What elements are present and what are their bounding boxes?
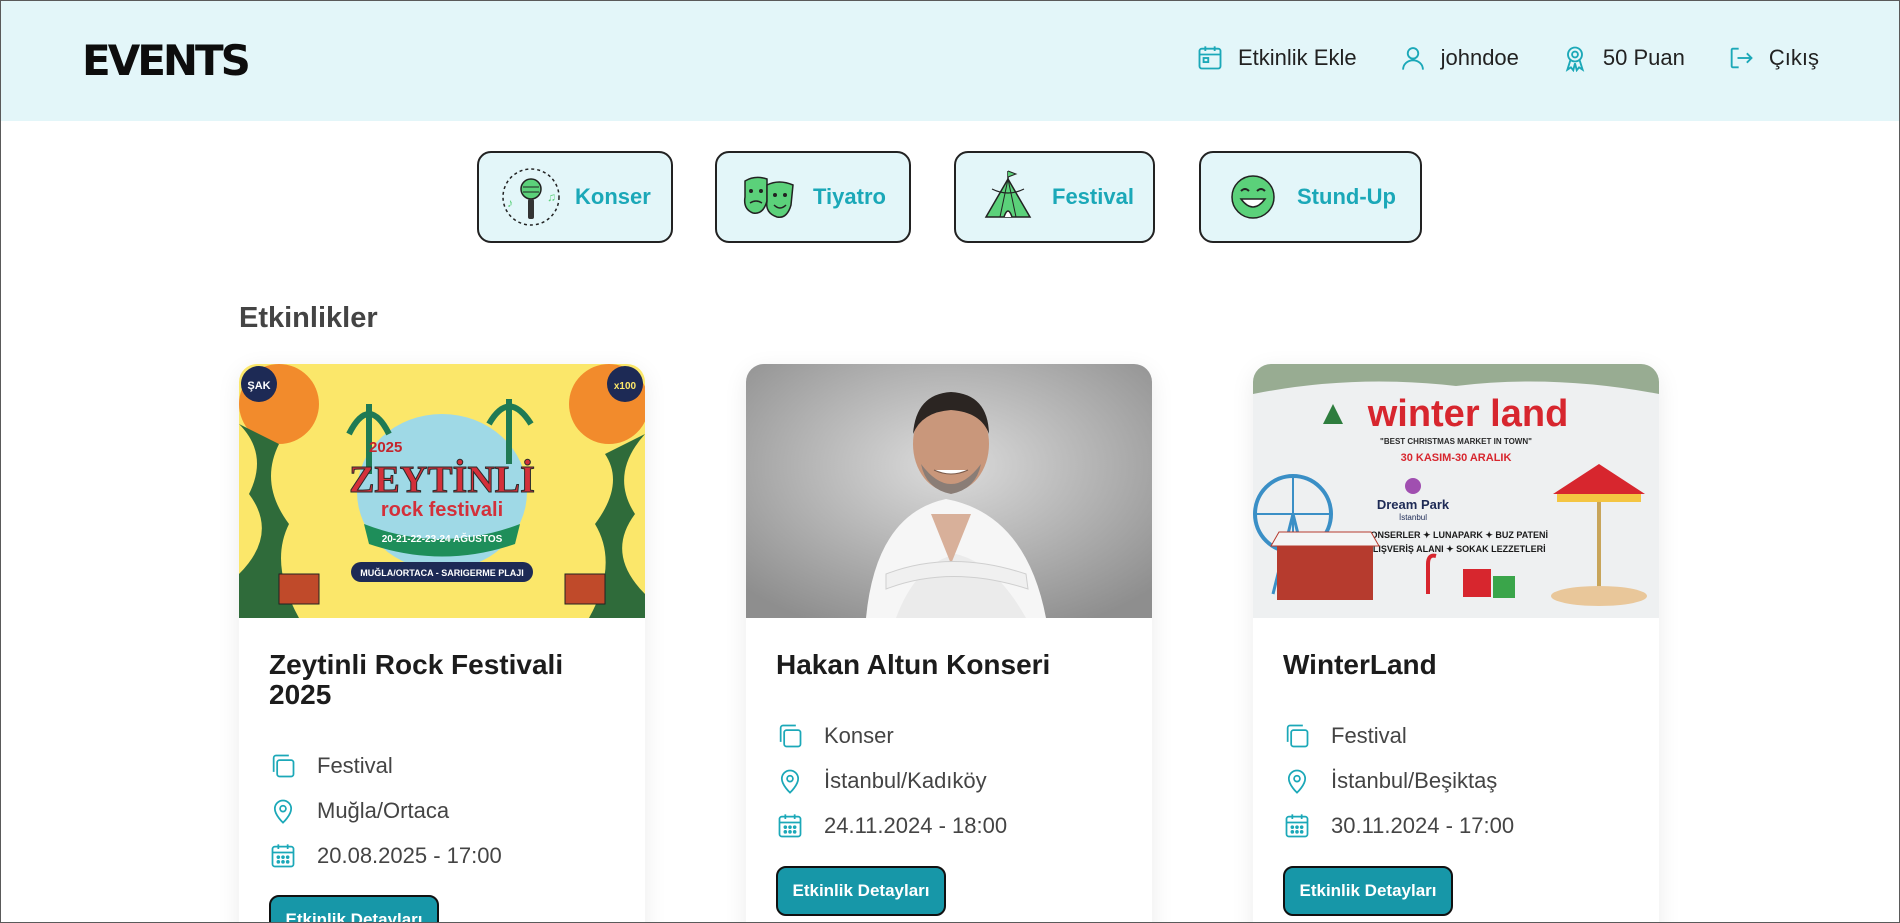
calendar-icon xyxy=(1285,814,1309,838)
map-pin-icon xyxy=(1287,769,1307,794)
calendar-icon xyxy=(271,844,295,868)
event-poster-winterland[interactable]: winter land "BEST CHRISTMAS MARKET IN TO… xyxy=(1253,364,1659,618)
event-location: İstanbul/Beşiktaş xyxy=(1331,768,1498,793)
event-details-button[interactable]: Etkinlik Detayları xyxy=(776,866,946,916)
event-date-row: 20.08.2025 - 17:00 xyxy=(269,842,502,870)
event-title: WinterLand xyxy=(1283,649,1437,680)
category-label: Stund-Up xyxy=(1297,184,1396,209)
poster-dates: 30 KASIM-30 ARALIK xyxy=(1401,452,1512,464)
poster-title: winter land xyxy=(1367,393,1569,435)
event-card: winter land "BEST CHRISTMAS MARKET IN TO… xyxy=(1253,364,1659,923)
poster-year: 2025 xyxy=(369,439,402,456)
event-title: Hakan Altun Konseri xyxy=(776,649,1051,680)
category-festival[interactable]: Festival xyxy=(954,151,1155,243)
event-location-row: İstanbul/Kadıköy xyxy=(776,767,987,795)
event-category-row: Festival xyxy=(269,752,393,780)
event-datetime: 24.11.2024 - 18:00 xyxy=(824,813,1008,838)
event-category: Festival xyxy=(317,753,393,778)
category-label: Festival xyxy=(1052,184,1134,209)
event-category: Konser xyxy=(824,723,894,748)
profile-link[interactable]: johndoe xyxy=(1399,44,1519,72)
add-event-label: Etkinlik Ekle xyxy=(1238,45,1357,70)
theater-masks-icon xyxy=(743,176,794,218)
user-icon xyxy=(1401,47,1424,70)
poster-name-line2: rock festivali xyxy=(381,499,503,521)
event-category-row: Festival xyxy=(1283,722,1407,750)
poster-venue-sub: İstanbul xyxy=(1399,513,1427,522)
poster-place: MUĞLA/ORTACA - SARIGERME PLAJI xyxy=(360,567,524,578)
event-card: ŞAK x100 2025 ZEYTİNLİ rock festivali 20… xyxy=(239,364,645,923)
points-link[interactable]: 50 Puan xyxy=(1561,44,1685,72)
top-header: EVENTS Etkinlik Ekle johndoe 50 Puan Çık… xyxy=(0,0,1900,121)
logout-link[interactable]: Çıkış xyxy=(1727,44,1819,72)
event-location: İstanbul/Kadıköy xyxy=(824,768,987,793)
event-datetime: 30.11.2024 - 17:00 xyxy=(1331,813,1515,838)
event-datetime: 20.08.2025 - 17:00 xyxy=(317,843,502,868)
header-nav: Etkinlik Ekle johndoe 50 Puan Çıkış xyxy=(1196,44,1819,72)
event-category: Festival xyxy=(1331,723,1407,748)
category-tiyatro[interactable]: Tiyatro xyxy=(715,151,911,243)
event-category-row: Konser xyxy=(776,722,894,750)
copy-icon xyxy=(272,754,295,778)
svg-text:♫: ♫ xyxy=(547,190,556,204)
poster-features-2: ALIŞVERİŞ ALANI ✦ SOKAK LEZZETLERİ xyxy=(1366,544,1545,554)
username-label: johndoe xyxy=(1440,45,1519,70)
poster-badge-left: ŞAK xyxy=(247,380,270,392)
laughing-face-icon xyxy=(1231,175,1275,219)
event-location-row: Muğla/Ortaca xyxy=(269,797,449,825)
poster-features-1: KONSERLER ✦ LUNAPARK ✦ BUZ PATENİ xyxy=(1364,530,1548,540)
category-stand-up[interactable]: Stund-Up xyxy=(1199,151,1422,243)
event-card: Hakan Altun Konseri Konser İstanbul/Kadı… xyxy=(746,364,1152,923)
add-event-link[interactable]: Etkinlik Ekle xyxy=(1196,44,1357,72)
category-konser[interactable]: ♪ ♫ Konser xyxy=(477,151,673,243)
poster-badge-right: x100 xyxy=(614,381,637,392)
event-details-button[interactable]: Etkinlik Detayları xyxy=(1283,866,1453,916)
calendar-icon xyxy=(778,814,802,838)
event-details-button[interactable]: Etkinlik Detayları xyxy=(269,895,439,923)
event-date-row: 24.11.2024 - 18:00 xyxy=(776,812,1007,840)
poster-name-line1: ZEYTİNLİ xyxy=(349,459,535,501)
category-label: Konser xyxy=(575,184,651,209)
event-photo-hakan-altun[interactable] xyxy=(746,364,1152,618)
event-location-row: İstanbul/Beşiktaş xyxy=(1283,767,1497,795)
poster-dates: 20-21-22-23-24 AĞUSTOS xyxy=(382,532,503,545)
event-date-row: 30.11.2024 - 17:00 xyxy=(1283,812,1514,840)
events-section-title: Etkinlikler xyxy=(239,302,378,334)
circus-tent-icon xyxy=(984,170,1032,218)
site-logo[interactable]: EVENTS xyxy=(82,36,251,85)
calendar-icon xyxy=(1198,46,1222,70)
poster-venue: Dream Park xyxy=(1377,497,1450,512)
event-poster-zeytinli[interactable]: ŞAK x100 2025 ZEYTİNLİ rock festivali 20… xyxy=(239,364,645,618)
microphone-icon: ♪ ♫ xyxy=(502,168,560,226)
poster-tagline: "BEST CHRISTMAS MARKET IN TOWN" xyxy=(1380,437,1532,446)
copy-icon xyxy=(1286,724,1309,748)
logout-label: Çıkış xyxy=(1768,45,1819,70)
copy-icon xyxy=(779,724,802,748)
points-label: 50 Puan xyxy=(1602,45,1685,70)
map-pin-icon xyxy=(780,769,800,794)
svg-text:♪: ♪ xyxy=(507,196,513,210)
logout-icon xyxy=(1730,47,1753,69)
map-pin-icon xyxy=(273,799,293,824)
category-label: Tiyatro xyxy=(813,184,886,209)
award-ribbon-icon xyxy=(1565,46,1585,72)
event-location: Muğla/Ortaca xyxy=(317,798,450,823)
event-title: Zeytinli Rock Festivali 2025 xyxy=(269,649,564,710)
